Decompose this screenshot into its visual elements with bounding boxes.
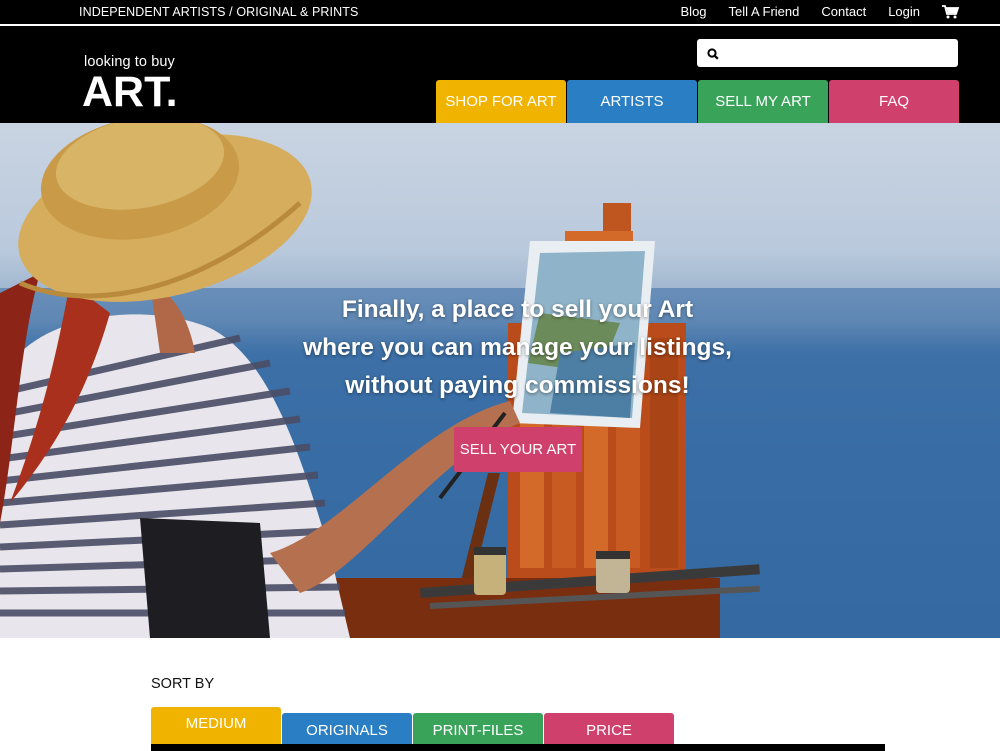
- sort-tabs: MEDIUM ORIGINALS PRINT-FILES PRICE: [151, 707, 674, 744]
- nav-tab-sell-my-art[interactable]: SELL MY ART: [698, 80, 828, 123]
- main-nav: SHOP FOR ART ARTISTS SELL MY ART FAQ: [436, 80, 959, 123]
- nav-tab-artists[interactable]: ARTISTS: [567, 80, 697, 123]
- nav-tab-faq[interactable]: FAQ: [829, 80, 959, 123]
- hero-headline-line-2: where you can manage your listings,: [303, 334, 732, 361]
- sell-your-art-button[interactable]: SELL YOUR ART: [454, 427, 582, 472]
- search-input[interactable]: [725, 43, 950, 63]
- tell-a-friend-link[interactable]: Tell A Friend: [729, 4, 800, 19]
- login-link[interactable]: Login: [888, 4, 920, 19]
- hero-headline: Finally, a place to sell your Art where …: [250, 291, 785, 405]
- sort-content-bar: [151, 744, 885, 751]
- hero-headline-line-3: without paying commissions!: [345, 372, 690, 399]
- sort-tab-print-files[interactable]: PRINT-FILES: [413, 713, 543, 744]
- sort-tab-originals[interactable]: ORIGINALS: [282, 713, 412, 744]
- sort-by-label: SORT BY: [151, 676, 215, 692]
- shopping-cart-icon[interactable]: [942, 4, 960, 19]
- sort-tab-medium[interactable]: MEDIUM: [151, 707, 281, 744]
- nav-tab-shop-for-art[interactable]: SHOP FOR ART: [436, 80, 566, 123]
- hero-banner: Finally, a place to sell your Art where …: [0, 123, 1000, 638]
- search-box: [697, 39, 958, 67]
- top-links: Blog Tell A Friend Contact Login: [681, 4, 960, 19]
- tagline: INDEPENDENT ARTISTS / ORIGINAL & PRINTS: [79, 5, 359, 19]
- search-icon[interactable]: [707, 47, 719, 60]
- logo-wordmark: ART.: [82, 68, 178, 116]
- sort-tab-price[interactable]: PRICE: [544, 713, 674, 744]
- blog-link[interactable]: Blog: [681, 4, 707, 19]
- hero-headline-line-1: Finally, a place to sell your Art: [341, 296, 694, 323]
- header: looking to buy ART. SHOP FOR ART ARTISTS…: [0, 26, 1000, 123]
- contact-link[interactable]: Contact: [821, 4, 866, 19]
- top-bar: INDEPENDENT ARTISTS / ORIGINAL & PRINTS …: [0, 0, 1000, 25]
